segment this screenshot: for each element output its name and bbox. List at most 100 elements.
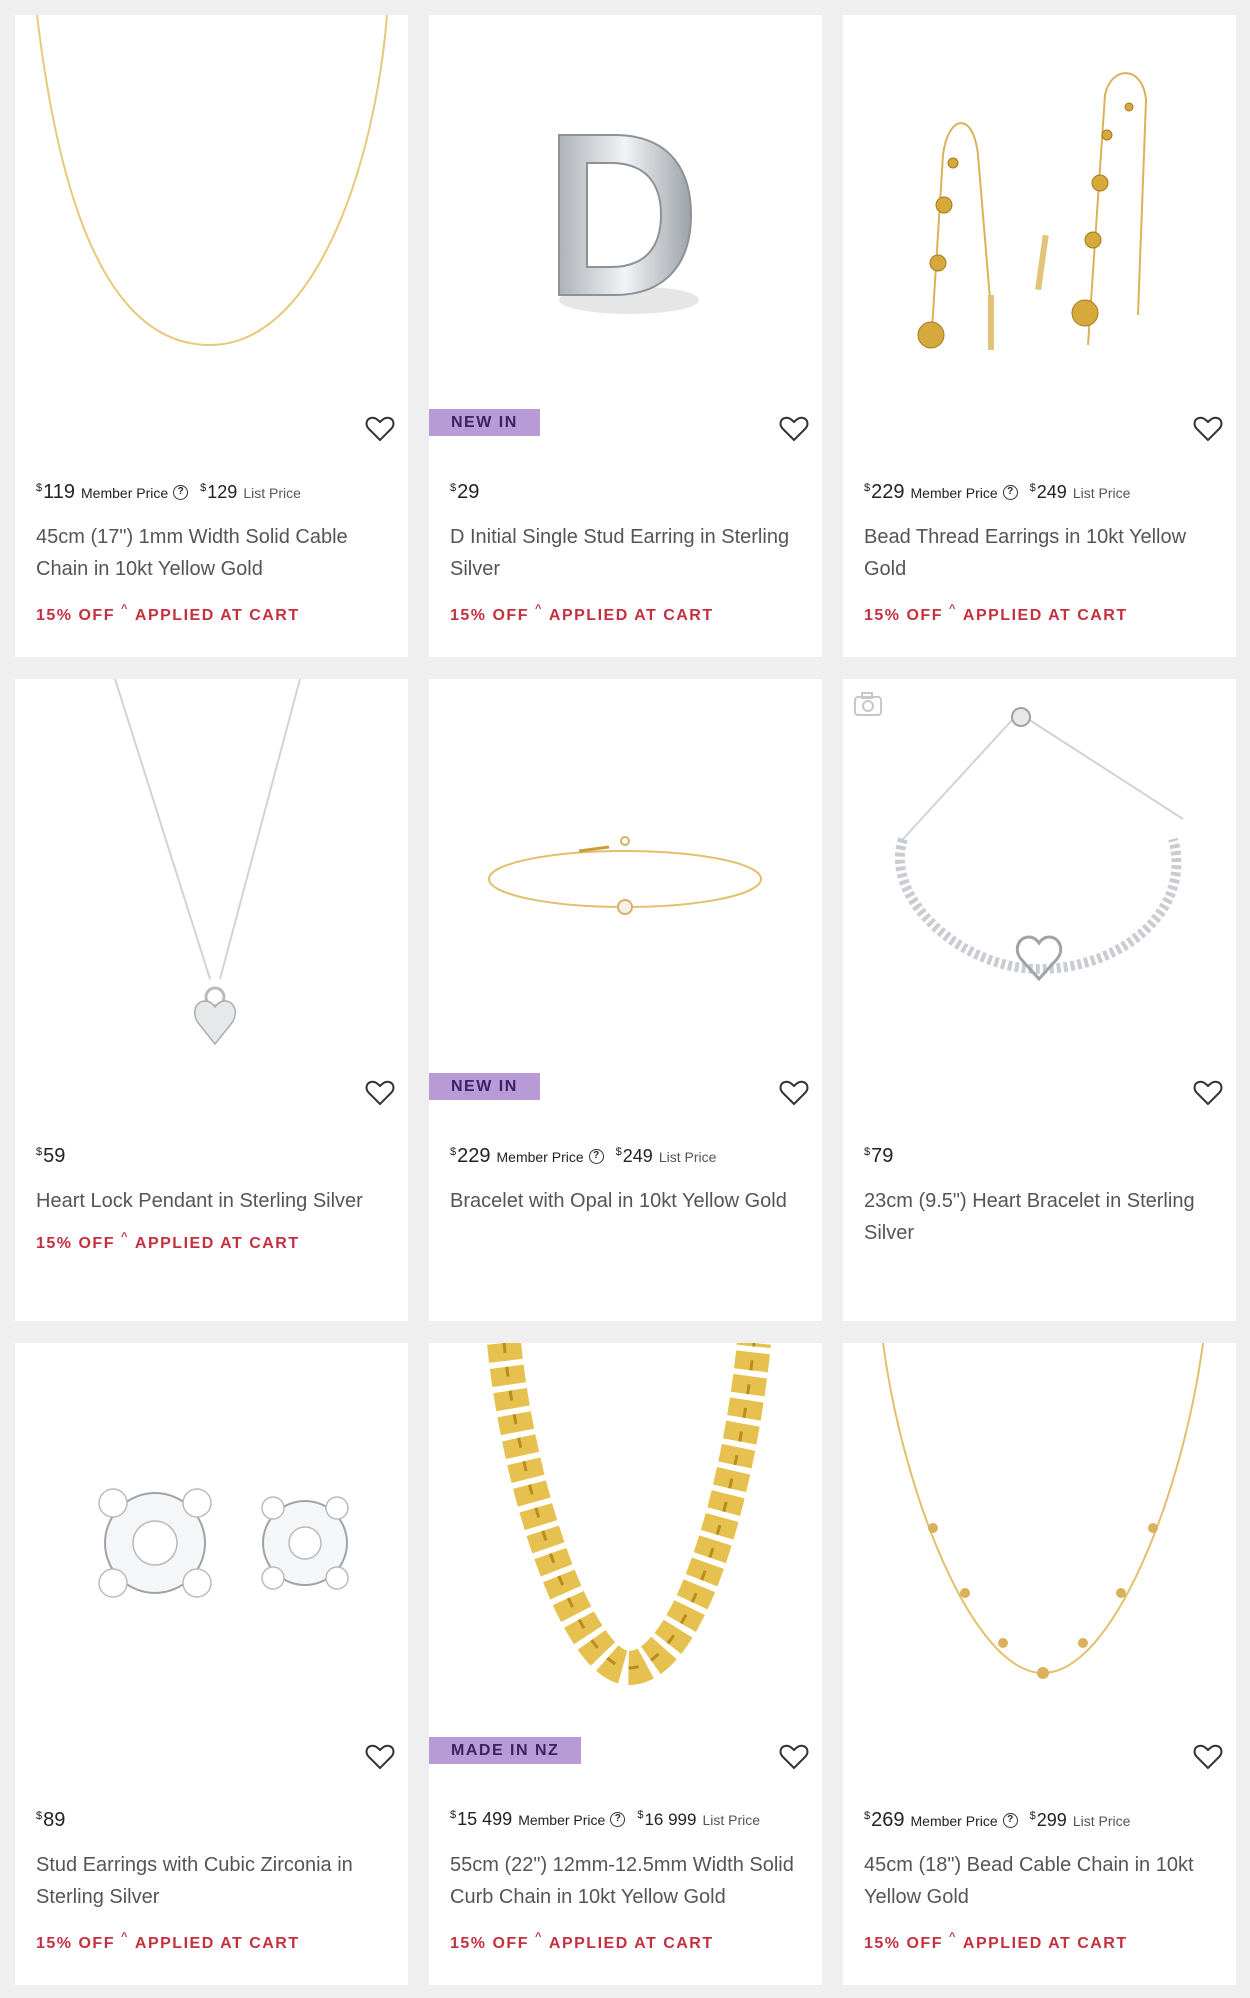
promo-text: 15% OFF ^ APPLIED AT CART <box>36 603 300 625</box>
product-title[interactable]: 23cm (9.5") Heart Bracelet in Sterling S… <box>864 1185 1224 1249</box>
currency-symbol: $ <box>1029 481 1036 494</box>
promo-off: 15% OFF <box>864 607 943 624</box>
price: 29 <box>457 481 480 503</box>
promo-applied: APPLIED AT CART <box>548 1935 714 1952</box>
help-icon[interactable]: ? <box>173 485 189 500</box>
promo-text: 15% OFF ^ APPLIED AT CART <box>864 603 1128 625</box>
product-title[interactable]: D Initial Single Stud Earring in Sterlin… <box>450 521 810 585</box>
product-image[interactable] <box>843 1343 1236 1733</box>
currency-symbol: $ <box>615 1145 622 1158</box>
member-price-label: Member Price <box>496 1148 584 1165</box>
promo-text: 15% OFF ^ APPLIED AT CART <box>36 1231 300 1253</box>
product-image[interactable] <box>843 679 1236 1069</box>
member-price: 15 499 <box>457 1809 513 1829</box>
currency-symbol: $ <box>450 1808 457 1821</box>
price-row: $ 229 Member Price ? $ 249 List Price <box>864 481 1130 504</box>
wishlist-heart-icon[interactable] <box>360 409 400 449</box>
currency-symbol: $ <box>36 1809 43 1822</box>
currency-symbol: $ <box>450 481 457 494</box>
price-row: $ 229 Member Price ? $ 249 List Price <box>450 1145 716 1168</box>
price-row: $ 59 <box>36 1145 65 1168</box>
wishlist-heart-icon[interactable] <box>360 1737 400 1777</box>
price-row: $ 15 499 Member Price ? $ 16 999 List Pr… <box>450 1809 760 1830</box>
product-title[interactable]: Bead Thread Earrings in 10kt Yellow Gold <box>864 521 1224 585</box>
promo-caret: ^ <box>120 1231 129 1243</box>
product-card[interactable]: NEW IN $ 229 Member Price ? $ 249 List P… <box>429 679 822 1321</box>
help-icon[interactable]: ? <box>1002 485 1018 500</box>
product-image[interactable] <box>429 1343 822 1733</box>
product-card[interactable]: $ 229 Member Price ? $ 249 List Price Be… <box>843 15 1236 657</box>
product-card[interactable]: $ 89 Stud Earrings with Cubic Zirconia i… <box>15 1343 408 1985</box>
product-card[interactable]: MADE IN NZ $ 15 499 Member Price ? $ 16 … <box>429 1343 822 1985</box>
product-card[interactable]: $ 59 Heart Lock Pendant in Sterling Silv… <box>15 679 408 1321</box>
member-price: 229 <box>871 481 905 503</box>
member-price-label: Member Price <box>910 1812 998 1829</box>
promo-off: 15% OFF <box>864 1935 943 1952</box>
product-card[interactable]: $ 119 Member Price ? $ 129 List Price 45… <box>15 15 408 657</box>
list-price: 249 <box>622 1146 653 1166</box>
product-image[interactable] <box>15 679 408 1069</box>
member-price: 229 <box>457 1145 491 1167</box>
wishlist-heart-icon[interactable] <box>1188 409 1228 449</box>
product-title[interactable]: 55cm (22") 12mm-12.5mm Width Solid Curb … <box>450 1849 810 1913</box>
promo-caret: ^ <box>948 603 957 615</box>
product-title[interactable]: Bracelet with Opal in 10kt Yellow Gold <box>450 1185 810 1217</box>
new-in-badge: NEW IN <box>429 1073 540 1100</box>
promo-off: 15% OFF <box>36 607 115 624</box>
product-image[interactable] <box>429 15 822 405</box>
promo-off: 15% OFF <box>36 1235 115 1252</box>
list-price-label: List Price <box>702 1811 761 1828</box>
price: 89 <box>43 1809 66 1831</box>
promo-off: 15% OFF <box>36 1935 115 1952</box>
price-row: $ 79 <box>864 1145 893 1168</box>
currency-symbol: $ <box>36 1145 43 1158</box>
member-price-label: Member Price <box>910 484 998 501</box>
product-card[interactable]: NEW IN $ 29 D Initial Single Stud Earrin… <box>429 15 822 657</box>
list-price-label: List Price <box>243 484 301 501</box>
promo-text: 15% OFF ^ APPLIED AT CART <box>36 1931 300 1953</box>
promo-applied: APPLIED AT CART <box>962 607 1128 624</box>
currency-symbol: $ <box>200 481 207 494</box>
product-image[interactable] <box>429 679 822 1069</box>
member-price: 269 <box>871 1809 905 1831</box>
camera-icon[interactable] <box>853 691 883 717</box>
price: 79 <box>871 1145 894 1167</box>
product-image[interactable] <box>15 15 408 405</box>
help-icon[interactable]: ? <box>1002 1813 1018 1828</box>
product-title[interactable]: 45cm (17") 1mm Width Solid Cable Chain i… <box>36 521 396 585</box>
promo-off: 15% OFF <box>450 607 529 624</box>
product-title[interactable]: Stud Earrings with Cubic Zirconia in Ste… <box>36 1849 396 1913</box>
made-in-nz-badge: MADE IN NZ <box>429 1737 582 1764</box>
price-row: $ 269 Member Price ? $ 299 List Price <box>864 1809 1130 1832</box>
promo-applied: APPLIED AT CART <box>962 1935 1128 1952</box>
promo-applied: APPLIED AT CART <box>548 607 714 624</box>
promo-caret: ^ <box>120 603 129 615</box>
product-title[interactable]: Heart Lock Pendant in Sterling Silver <box>36 1185 396 1217</box>
product-card[interactable]: $ 269 Member Price ? $ 299 List Price 45… <box>843 1343 1236 1985</box>
product-card[interactable]: $ 79 23cm (9.5") Heart Bracelet in Sterl… <box>843 679 1236 1321</box>
list-price: 249 <box>1036 482 1067 502</box>
wishlist-heart-icon[interactable] <box>774 1737 814 1777</box>
currency-symbol: $ <box>36 481 43 494</box>
list-price: 299 <box>1036 1810 1067 1830</box>
promo-off: 15% OFF <box>450 1935 529 1952</box>
help-icon[interactable]: ? <box>610 1812 626 1827</box>
wishlist-heart-icon[interactable] <box>774 1073 814 1113</box>
list-price: 129 <box>207 482 238 502</box>
promo-applied: APPLIED AT CART <box>134 1935 300 1952</box>
member-price: 119 <box>43 481 76 503</box>
wishlist-heart-icon[interactable] <box>360 1073 400 1113</box>
product-image[interactable] <box>843 15 1236 405</box>
member-price-label: Member Price <box>518 1811 606 1828</box>
promo-caret: ^ <box>534 1931 543 1943</box>
currency-symbol: $ <box>864 1809 871 1822</box>
product-image[interactable] <box>15 1343 408 1733</box>
currency-symbol: $ <box>1029 1809 1036 1822</box>
wishlist-heart-icon[interactable] <box>774 409 814 449</box>
promo-caret: ^ <box>534 603 543 615</box>
help-icon[interactable]: ? <box>588 1149 604 1164</box>
currency-symbol: $ <box>450 1145 457 1158</box>
wishlist-heart-icon[interactable] <box>1188 1737 1228 1777</box>
wishlist-heart-icon[interactable] <box>1188 1073 1228 1113</box>
product-title[interactable]: 45cm (18") Bead Cable Chain in 10kt Yell… <box>864 1849 1224 1913</box>
